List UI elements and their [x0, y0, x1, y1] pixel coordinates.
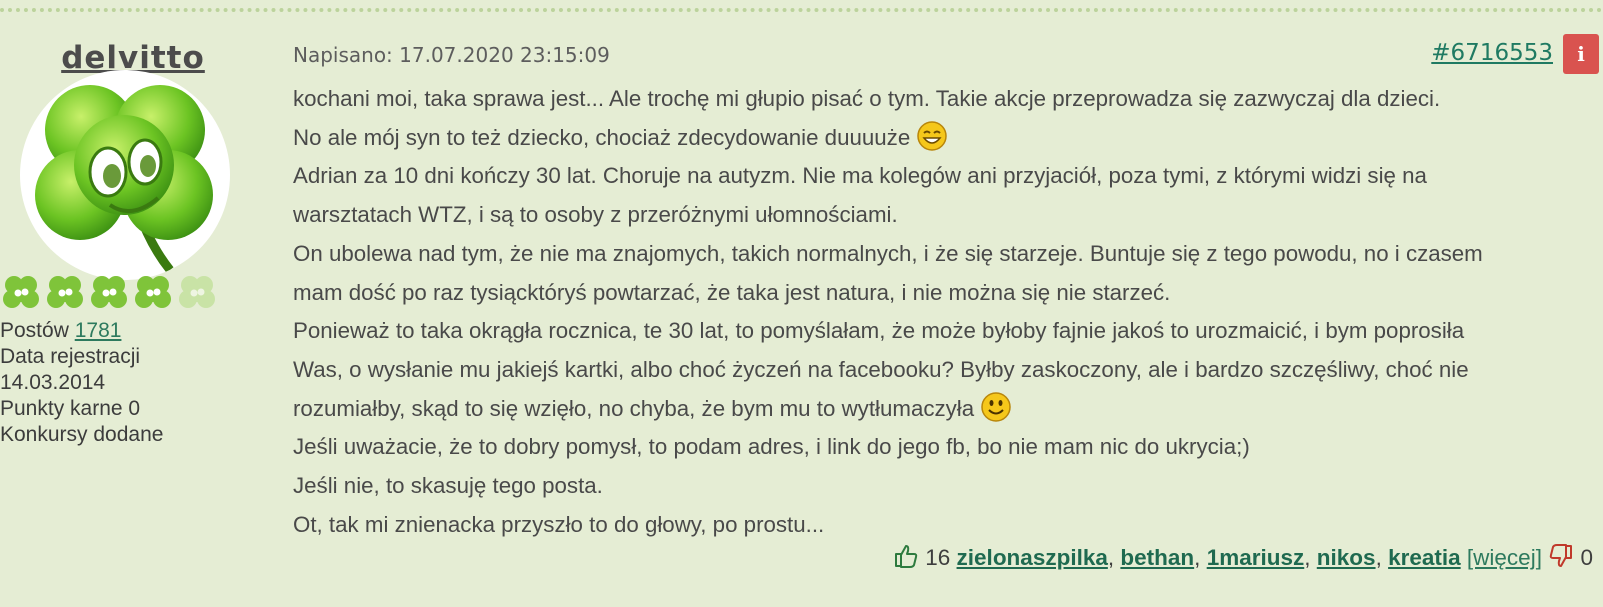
user-rank-clovers: [0, 272, 240, 322]
liker-separator: ,: [1375, 545, 1382, 570]
liker-separator: ,: [1194, 545, 1201, 570]
top-dotted-divider: [0, 0, 1603, 12]
posts-count-link[interactable]: 1781: [75, 319, 122, 342]
liker-separator: ,: [1107, 545, 1115, 570]
post-line: warsztatach WTZ, i są to osoby z przeróż…: [293, 202, 898, 228]
faded-clover-icon: [176, 272, 218, 318]
liker-link[interactable]: zielonaszpilka: [957, 545, 1108, 570]
post-line: Ponieważ to taka okrągła rocznica, te 30…: [293, 318, 1465, 344]
post-line: On ubolewa nad tym, że nie ma znajomych,…: [293, 240, 1483, 266]
laughing-emoji-icon: [916, 120, 948, 152]
likes-count: 16: [925, 545, 951, 570]
post-line: Jeśli uważacie, że to dobry pomysł, to p…: [293, 434, 1250, 460]
post-body: kochani moi, taka sprawa jest... Ale tro…: [293, 80, 1593, 544]
post-line-with-emoji: rozumiałby, skąd to się wzięło, no chyba…: [293, 390, 1593, 429]
post-timestamp: Napisano: 17.07.2020 23:15:09: [293, 43, 610, 67]
liker-link[interactable]: nikos: [1317, 545, 1376, 570]
clover-icon: [88, 272, 130, 318]
post-line-with-emoji: No ale mój syn to też dziecko, chociaż z…: [293, 119, 1593, 158]
more-likers-link[interactable]: [więcej]: [1467, 545, 1542, 570]
posts-count-row: Postów 1781: [0, 318, 163, 344]
clover-icon: [44, 272, 86, 318]
liker-link[interactable]: kreatia: [1388, 545, 1461, 570]
post-line: Adrian za 10 dni kończy 30 lat. Choruje …: [293, 163, 1427, 189]
info-button[interactable]: i: [1563, 34, 1599, 74]
post-line: mam dość po raz tysiącktóryś powtarzać, …: [293, 279, 1171, 305]
thumbs-down-icon[interactable]: [1548, 543, 1574, 569]
dislikes-count: 0: [1580, 545, 1593, 570]
author-avatar[interactable]: [20, 70, 230, 280]
smiley-emoji-icon: [980, 391, 1012, 423]
registration-date: 14.03.2014: [0, 371, 106, 394]
post-line: Ot, tak mi znienacka przyszło to do głow…: [293, 511, 825, 537]
registration-label: Data rejestracji: [0, 345, 141, 368]
liker-link[interactable]: bethan: [1120, 545, 1194, 570]
thumbs-up-icon[interactable]: [893, 543, 919, 569]
penalty-points: Punkty karne 0: [0, 397, 141, 420]
liker-separator: ,: [1304, 545, 1311, 570]
post-line: kochani moi, taka sprawa jest... Ale tro…: [293, 86, 1441, 111]
liker-link[interactable]: 1mariusz: [1207, 545, 1305, 570]
contests-added: Konkursy dodane: [0, 423, 164, 446]
post-permalink[interactable]: #6716553: [1431, 40, 1553, 66]
post-line: Jeśli nie, to skasuję tego posta.: [293, 473, 603, 499]
post-line: Was, o wysłanie mu jakiejś kartki, albo …: [293, 356, 1469, 382]
post-reactions: 16 zielonaszpilka, bethan, 1mariusz, nik…: [893, 543, 1593, 572]
clover-icon: [132, 272, 174, 318]
posts-label: Postów: [0, 319, 69, 342]
author-stats: Postów 1781 Data rejestracji 14.03.2014 …: [0, 318, 163, 448]
info-icon: i: [1577, 42, 1585, 66]
clover-mascot-icon: [35, 85, 213, 273]
clover-icon: [0, 272, 42, 318]
